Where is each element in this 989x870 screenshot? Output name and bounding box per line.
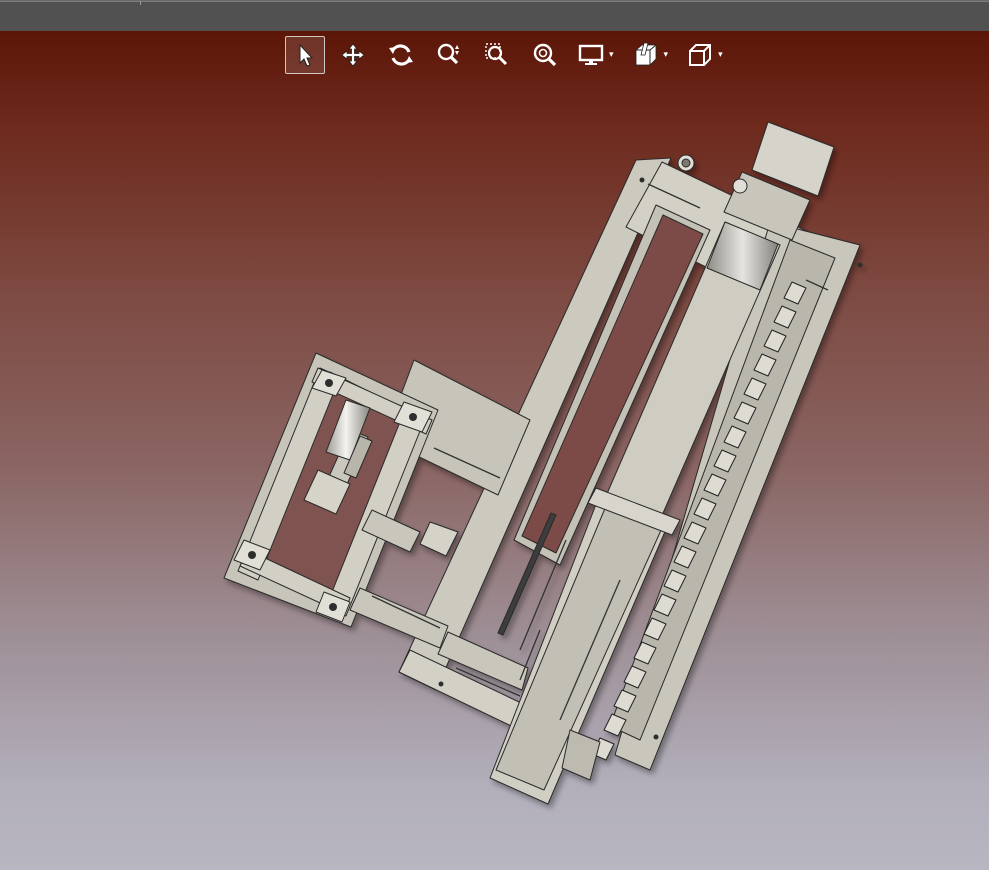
cube-view-icon <box>689 44 712 66</box>
view-orientation-dropdown[interactable]: ▾ <box>682 36 731 74</box>
monitor-icon <box>578 44 604 65</box>
rotate-icon <box>389 44 413 66</box>
section-view-button[interactable] <box>628 36 664 74</box>
pan-tool-button[interactable] <box>333 36 373 74</box>
zoom-dynamic-icon <box>437 43 459 65</box>
view-toolbar: ▾ ▾ ▾ <box>285 35 737 75</box>
select-arrow-icon <box>299 43 314 67</box>
view-orientation-button[interactable] <box>682 36 718 74</box>
section-cube-icon <box>635 42 656 66</box>
select-tool-button[interactable] <box>285 36 325 74</box>
cad-model[interactable] <box>0 31 989 870</box>
zoom-dynamic-button[interactable] <box>429 36 469 74</box>
zoom-fit-button[interactable] <box>525 36 565 74</box>
rotate-tool-button[interactable] <box>381 36 421 74</box>
pan-move-icon <box>341 43 365 67</box>
section-view-dropdown[interactable]: ▾ <box>628 36 677 74</box>
title-bar-edge <box>0 1 989 2</box>
zoom-window-icon <box>485 43 508 66</box>
chevron-down-icon[interactable]: ▾ <box>664 50 669 60</box>
chevron-down-icon[interactable]: ▾ <box>609 50 614 60</box>
display-mode-button[interactable] <box>573 36 609 74</box>
chevron-down-icon[interactable]: ▾ <box>718 50 723 60</box>
graphics-viewport[interactable]: ▾ ▾ ▾ <box>0 31 989 870</box>
zoom-fit-icon <box>533 43 557 67</box>
zoom-window-button[interactable] <box>477 36 517 74</box>
title-bar <box>0 0 989 31</box>
display-mode-dropdown[interactable]: ▾ <box>573 36 622 74</box>
title-bar-divider <box>140 1 141 5</box>
